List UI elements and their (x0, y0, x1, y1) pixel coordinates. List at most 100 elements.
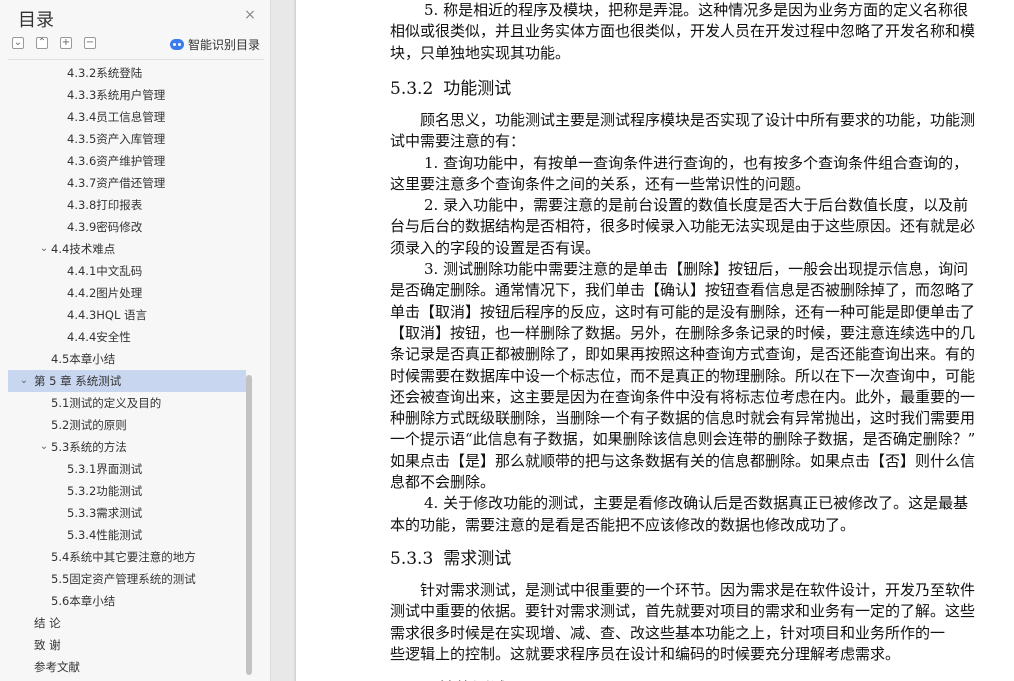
paragraph-line: 试中需要注意的有： (390, 132, 526, 151)
paragraph-line: 如果点击【是】那么就顺带的把与这条数据有关的信息都删除。如果点击【否】则什么信 (390, 451, 976, 470)
paragraph-line: 1. 查询功能中，有按单一查询条件进行查询的，也有按多个查询条件组合查询的， (424, 153, 969, 172)
toc-item[interactable]: 4.4.4安全性 (8, 326, 246, 348)
paragraph-line: 【取消】按钮，也一样删除了数据。另外，在删除多条记录的时候，要注意连续选中的几 (390, 323, 976, 342)
chevron-down-icon[interactable] (54, 458, 66, 480)
toc-item-label: 5.3.4性能测试 (67, 528, 143, 542)
chevron-down-icon[interactable] (54, 128, 66, 150)
toc-item[interactable]: 4.3.7资产借还管理 (8, 172, 246, 194)
add-heading-icon[interactable]: + (60, 37, 72, 49)
toc-item[interactable]: 5.4系统中其它要注意的地方 (8, 546, 246, 568)
chevron-down-icon[interactable] (38, 348, 50, 370)
toc-item[interactable]: 参考文献 (8, 656, 246, 678)
toc-item-label: 4.4.2图片处理 (67, 286, 143, 300)
chevron-down-icon[interactable] (54, 216, 66, 238)
chevron-down-icon[interactable] (54, 260, 66, 282)
chevron-down-icon[interactable] (38, 590, 50, 612)
toc-item[interactable]: 5.3.3需求测试 (8, 502, 246, 524)
paragraph-line: 条记录是否真正都被删除了，即如果再按照这种查询方式查询，是否还能查询出来。有的 (390, 345, 976, 364)
chevron-down-icon[interactable] (54, 84, 66, 106)
toc-item-label: 4.3.3系统用户管理 (67, 88, 166, 102)
toc-item-label: 5.3.3需求测试 (67, 506, 143, 520)
toc-item-label: 4.4.1中文乱码 (67, 264, 143, 278)
chevron-down-icon[interactable]: ⌄ (18, 370, 30, 392)
chevron-down-icon[interactable] (54, 524, 66, 546)
paragraph-line: 顾名思义，功能测试主要是测试程序模块是否实现了设计中所有要求的功能，功能测 (420, 110, 976, 129)
chevron-down-icon[interactable] (54, 106, 66, 128)
toc-panel: 目录 × ⌄ ⌃ + − 智能识别目录 4.3.2系统登陆 4.3.3系统用户管理… (0, 0, 271, 681)
toc-item[interactable]: 5.3.4性能测试 (8, 524, 246, 546)
chevron-down-icon[interactable] (38, 546, 50, 568)
toc-item[interactable]: 4.3.3系统用户管理 (8, 84, 246, 106)
toc-item[interactable]: 5.6本章小结 (8, 590, 246, 612)
paragraph-line: 须录入的字段的设置是否有误。 (390, 238, 601, 257)
paragraph-line: 还会被查询出来，这主要是因为在查询条件中没有将标志位考虑在内。此外，最重要的一 (390, 387, 976, 406)
paragraph-line: 需求很多时候是在实现增、减、查、改这些基本功能之上，针对项目和业务所作的一 (390, 623, 946, 642)
remove-heading-icon[interactable]: − (84, 37, 96, 49)
toc-item-label: 4.5本章小结 (51, 352, 116, 366)
chevron-down-icon[interactable] (54, 480, 66, 502)
toc-item-label: 5.3.2功能测试 (67, 484, 143, 498)
paragraph-line: 5. 称是相近的程序及模块，把称是弄混。这种情况多是因为业务方面的定义名称很 (424, 1, 969, 19)
toc-item[interactable]: 5.3.2功能测试 (8, 480, 246, 502)
toc-item[interactable]: 4.4.1中文乱码 (8, 260, 246, 282)
chevron-down-icon[interactable] (38, 414, 50, 436)
heading-number: 5.3.2 (390, 78, 434, 99)
toc-item[interactable]: 5.5固定资产管理系统的测试 (8, 568, 246, 590)
toc-item-label: 致 谢 (34, 638, 61, 652)
toc-item[interactable]: ⌄ 5.3系统的方法 (8, 436, 246, 458)
chevron-down-icon[interactable] (54, 172, 66, 194)
chevron-down-icon[interactable]: ⌄ (38, 436, 50, 458)
chevron-down-icon[interactable] (18, 612, 30, 634)
toc-item[interactable]: ⌄ 4.4技术难点 (8, 238, 246, 260)
chevron-down-icon[interactable] (54, 304, 66, 326)
chevron-down-icon[interactable] (54, 502, 66, 524)
chevron-down-icon[interactable] (54, 282, 66, 304)
toc-item-label: 4.4.3HQL 语言 (67, 308, 148, 322)
collapse-all-icon[interactable]: ⌃ (36, 37, 48, 49)
paragraph-line: 4. 关于修改功能的测试，主要是看修改确认后是否数据真正已被修改了。这是最基 (424, 494, 969, 513)
toc-scrollbar[interactable] (246, 375, 252, 675)
close-icon[interactable]: × (243, 8, 257, 22)
toc-item[interactable]: 4.4.3HQL 语言 (8, 304, 246, 326)
smart-toc-button[interactable]: 智能识别目录 (170, 36, 260, 52)
toc-item[interactable]: 4.3.6资产维护管理 (8, 150, 246, 172)
toc-item[interactable]: 4.3.4员工信息管理 (8, 106, 246, 128)
chevron-down-icon[interactable] (18, 656, 30, 678)
toc-item[interactable]: 结 论 (8, 612, 246, 634)
toc-item-label: 4.3.6资产维护管理 (67, 154, 166, 168)
toc-item[interactable]: 4.3.5资产入库管理 (8, 128, 246, 150)
chevron-down-icon[interactable] (38, 568, 50, 590)
toc-item[interactable]: 4.3.8打印报表 (8, 194, 246, 216)
paragraph-line: 3. 测试删除功能中需要注意的是单击【删除】按钮后，一般会出现提示信息，询问 (424, 260, 969, 278)
paragraph-line: 块，只单独地实现其功能。 (390, 43, 571, 62)
toc-item-label: 5.2测试的原则 (51, 418, 127, 432)
expand-all-icon[interactable]: ⌄ (12, 37, 24, 49)
chevron-down-icon[interactable] (18, 634, 30, 656)
toc-item-label: 第 5 章 系统测试 (34, 374, 122, 388)
toc-item-label: 5.1测试的定义及目的 (51, 396, 162, 410)
toc-item[interactable]: 5.3.1界面测试 (8, 458, 246, 480)
chevron-down-icon[interactable] (54, 62, 66, 84)
section-heading: 5.3.3 需求测试 (390, 549, 511, 569)
toc-item[interactable]: 4.3.2系统登陆 (8, 62, 246, 84)
toc-item[interactable]: 4.5本章小结 (8, 348, 246, 370)
toc-item[interactable]: 5.1测试的定义及目的 (8, 392, 246, 414)
toc-item[interactable]: 4.4.2图片处理 (8, 282, 246, 304)
chevron-down-icon[interactable] (54, 194, 66, 216)
chevron-down-icon[interactable] (54, 150, 66, 172)
heading-title: 功能测试 (443, 78, 512, 99)
chevron-down-icon[interactable]: ⌄ (38, 238, 50, 260)
toc-item-label: 5.4系统中其它要注意的地方 (51, 550, 196, 564)
paragraph-line: 测试中重要的依据。要针对需求测试，首先就要对项目的需求和业务有一定的了解。这些 (390, 602, 976, 621)
heading-number: 5.3.3 (390, 548, 434, 569)
smart-toc-label: 智能识别目录 (188, 37, 261, 52)
paragraph-line: 一个提示语“此信息有子数据，如果删除该信息则会连带的删除子数据，是否确定删除？” (390, 430, 976, 449)
toc-item[interactable]: 4.3.9密码修改 (8, 216, 246, 238)
document-page: 5. 称是相近的程序及模块，把称是弄混。这种情况多是因为业务方面的定义名称很 相似… (296, 0, 1014, 681)
chevron-down-icon[interactable] (38, 392, 50, 414)
ai-robot-icon (170, 38, 184, 50)
toc-item[interactable]: 致 谢 (8, 634, 246, 656)
toc-item[interactable]: 5.2测试的原则 (8, 414, 246, 436)
chevron-down-icon[interactable] (54, 326, 66, 348)
toc-item[interactable]: ⌄ 第 5 章 系统测试 (8, 370, 246, 392)
